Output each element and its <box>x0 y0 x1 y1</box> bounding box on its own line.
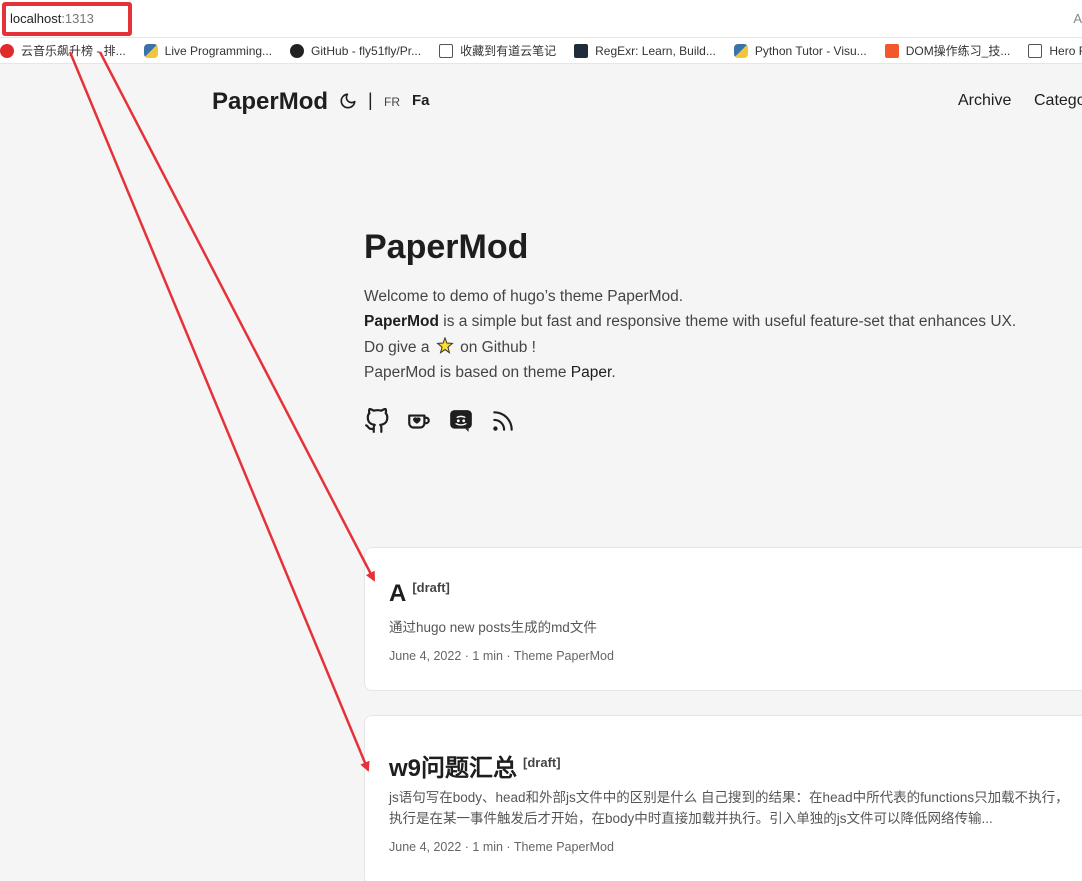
bookmark-label: GitHub - fly51fly/Pr... <box>311 43 422 58</box>
intro-line: PaperMod is based on theme Paper. <box>364 360 1064 385</box>
nav-archive-link[interactable]: Archive <box>958 92 1011 110</box>
intro-line: Do give a on Github ! <box>364 335 1064 360</box>
bookmark-item[interactable]: 云音乐飙升榜 - 排... <box>0 42 126 59</box>
post-card[interactable]: w9问题汇总 [draft] js语句写在body、head和外部js文件中的区别… <box>364 715 1082 881</box>
post-summary: js语句写在body、head和外部js文件中的区别是什么 自己搜到的结果：在h… <box>389 790 1069 826</box>
draft-badge: [draft] <box>523 755 561 770</box>
discord-icon[interactable] <box>448 408 474 434</box>
draft-badge: [draft] <box>412 580 450 595</box>
regexr-icon <box>574 43 589 58</box>
post-summary: 通过hugo new posts生成的md文件 <box>389 620 597 635</box>
intro-text: PaperMod is based on theme <box>364 363 571 381</box>
intro-line: PaperMod is a simple but fast and respon… <box>364 309 1064 334</box>
post-card[interactable]: A [draft] 通过hugo new posts生成的md文件 June 4,… <box>364 547 1082 691</box>
bookmark-item[interactable]: 收藏到有道云笔记 <box>439 42 556 59</box>
intro-text: . <box>611 363 616 381</box>
intro-text: Do give a <box>364 338 430 356</box>
bookmark-item[interactable]: Live Programming... <box>143 43 273 58</box>
sparkle-star-icon <box>436 336 454 354</box>
url-text[interactable]: localhost:1313 <box>10 11 94 26</box>
address-bar[interactable]: localhost:1313 A <box>0 0 1082 38</box>
home-title: PaperMod <box>364 228 529 266</box>
document-icon <box>1028 43 1043 58</box>
bookmark-item[interactable]: Hero F <box>1028 43 1082 58</box>
intro-bold: PaperMod <box>364 313 439 331</box>
bookmark-label: DOM操作练习_技... <box>905 44 1011 58</box>
site-logo[interactable]: PaperMod <box>212 88 328 116</box>
lang-separator: | <box>368 90 373 110</box>
rss-icon[interactable] <box>490 408 516 434</box>
paper-link[interactable]: Paper <box>571 364 612 381</box>
nav-categories-link[interactable]: Categories <box>1034 92 1082 110</box>
url-port: :1313 <box>61 11 94 26</box>
bookmark-label: RegExr: Learn, Build... <box>595 43 716 58</box>
intro-line: Welcome to demo of hugo’s theme PaperMod… <box>364 288 684 305</box>
home-intro: Welcome to demo of hugo’s theme PaperMod… <box>364 284 1064 385</box>
bookmark-item[interactable]: RegExr: Learn, Build... <box>574 43 716 58</box>
github-icon <box>290 43 305 58</box>
bookmark-item[interactable]: DOM操作练习_技... <box>884 42 1011 59</box>
intro-text: on Github ! <box>460 338 536 356</box>
moon-icon[interactable] <box>339 92 357 110</box>
kofi-cup-icon[interactable] <box>406 408 432 434</box>
site-header: PaperMod | FR Fa Archive Categories <box>212 88 1082 118</box>
post-meta: June 4, 2022 · 1 min · Theme PaperMod <box>389 649 614 663</box>
lang-fa-link[interactable]: Fa <box>412 92 430 109</box>
bookmark-label: Python Tutor - Visu... <box>754 43 867 58</box>
bookmark-label: Live Programming... <box>164 43 273 58</box>
annotation-arrow <box>68 51 370 772</box>
bookmark-item[interactable]: GitHub - fly51fly/Pr... <box>290 43 422 58</box>
github-icon[interactable] <box>364 408 390 434</box>
python-icon <box>733 43 748 58</box>
bookmark-label: Hero F <box>1049 43 1082 58</box>
post-title-text: A <box>389 580 407 607</box>
post-title-text: w9问题汇总 <box>389 755 518 782</box>
python-icon <box>143 43 158 58</box>
bookmark-label: 收藏到有道云笔记 <box>460 44 557 58</box>
bookmark-label: 云音乐飙升榜 - 排... <box>21 44 126 58</box>
intro-text: is a simple but fast and responsive them… <box>438 313 1017 331</box>
csdn-icon <box>884 43 899 58</box>
annotation-arrow <box>98 51 376 582</box>
post-title[interactable]: A [draft] <box>389 580 450 608</box>
social-icons <box>364 408 516 434</box>
bookmark-item[interactable]: Python Tutor - Visu... <box>733 43 867 58</box>
post-title[interactable]: w9问题汇总 [draft] <box>389 748 561 783</box>
netease-music-icon <box>0 43 14 58</box>
address-bar-right-text: A <box>1073 11 1082 26</box>
document-icon <box>439 43 454 58</box>
url-host: localhost <box>10 11 62 26</box>
bookmarks-bar: 云音乐飙升榜 - 排... Live Programming... GitHub… <box>0 38 1082 64</box>
post-meta: June 4, 2022 · 1 min · Theme PaperMod <box>389 840 614 854</box>
lang-fr-link[interactable]: FR <box>384 95 400 109</box>
